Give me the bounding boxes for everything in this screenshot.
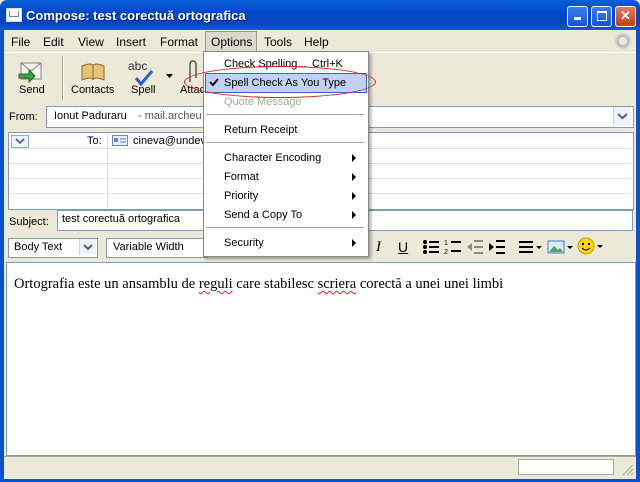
spell-dropdown-arrow-icon[interactable]	[166, 74, 173, 79]
annotation-ellipse	[184, 66, 376, 98]
numbered-list-icon[interactable]: 12	[444, 238, 462, 255]
menu-edit[interactable]: Edit	[43, 35, 64, 49]
menu-item-format[interactable]: Format	[224, 171, 259, 183]
spell-label: Spell	[131, 84, 156, 96]
maximize-icon	[596, 11, 607, 21]
menu-view[interactable]: View	[78, 35, 104, 49]
chevron-down-icon	[617, 113, 628, 120]
misspelled-word[interactable]: reguli	[199, 276, 233, 292]
font-value: Variable Width	[113, 241, 184, 253]
emoticon-icon[interactable]	[577, 237, 605, 256]
send-icon	[18, 62, 42, 84]
submenu-arrow-icon	[352, 211, 356, 219]
close-button[interactable]: ✕	[615, 6, 636, 27]
menu-item-security[interactable]: Security	[224, 237, 264, 249]
send-label: Send	[19, 84, 45, 96]
from-email: - mail.archeu	[138, 110, 202, 122]
misspelled-word[interactable]: scriera	[318, 276, 357, 292]
menu-options[interactable]: Options	[211, 35, 252, 49]
chevron-down-icon	[83, 244, 93, 251]
body-text-segment: Ortografia este un ansamblu de	[14, 276, 199, 292]
menu-file[interactable]: File	[11, 35, 30, 49]
to-label: To:	[87, 135, 102, 147]
menu-item-send-copy-to[interactable]: Send a Copy To	[224, 209, 302, 221]
menu-format[interactable]: Format	[160, 35, 198, 49]
menu-separator	[206, 114, 364, 115]
minimize-button[interactable]	[567, 6, 588, 27]
chevron-down-icon	[15, 138, 25, 145]
from-dropdown-button[interactable]	[613, 107, 631, 125]
address-type-dropdown[interactable]	[11, 135, 29, 148]
menu-separator	[206, 227, 364, 228]
from-name: Ionut Paduraru	[54, 110, 127, 122]
subject-text: test corectuă ortografica	[62, 213, 181, 225]
menu-item-priority[interactable]: Priority	[224, 190, 258, 202]
align-icon[interactable]	[518, 239, 544, 255]
body-text-segment: care stabilesc	[232, 276, 318, 292]
body-text-segment: corectă a unei unei limbi	[356, 276, 504, 292]
menu-separator	[206, 142, 364, 143]
svg-text:2: 2	[444, 249, 448, 255]
menu-item-character-encoding[interactable]: Character Encoding	[224, 152, 321, 164]
svg-text:1: 1	[444, 240, 448, 247]
minimize-icon	[574, 17, 581, 20]
insert-image-icon[interactable]	[547, 239, 575, 255]
resize-grip-icon[interactable]	[620, 462, 634, 476]
underline-button[interactable]: U	[398, 239, 408, 255]
close-icon: ✕	[620, 8, 631, 23]
contacts-label: Contacts	[71, 84, 115, 96]
message-body-text: Ortografia este un ansamblu de reguli ca…	[14, 276, 503, 293]
address-card-icon	[112, 135, 128, 146]
activity-throbber-icon	[614, 32, 632, 50]
increase-indent-icon[interactable]	[488, 239, 506, 255]
submenu-arrow-icon	[352, 192, 356, 200]
to-address-input[interactable]: cineva@undev	[133, 135, 206, 147]
window-title: Compose: test corectuă ortografica	[26, 8, 246, 23]
bulleted-list-icon[interactable]	[422, 239, 440, 255]
status-progress-panel	[518, 459, 614, 475]
submenu-arrow-icon	[352, 154, 356, 162]
paragraph-style-dropdown[interactable]	[79, 239, 96, 255]
menu-item-return-receipt[interactable]: Return Receipt	[224, 124, 297, 136]
menu-tools[interactable]: Tools	[264, 35, 292, 49]
menu-insert[interactable]: Insert	[116, 35, 146, 49]
menu-help[interactable]: Help	[304, 35, 329, 49]
subject-label: Subject:	[9, 216, 49, 228]
submenu-arrow-icon	[352, 173, 356, 181]
maximize-button[interactable]	[591, 6, 612, 27]
decrease-indent-icon[interactable]	[466, 239, 484, 255]
toolbar-separator	[62, 56, 63, 100]
paragraph-style-value: Body Text	[14, 241, 63, 253]
submenu-arrow-icon	[352, 239, 356, 247]
from-label: From:	[9, 111, 38, 123]
compose-window-icon	[6, 8, 22, 22]
window-frame-right	[636, 30, 640, 482]
italic-button[interactable]: I	[376, 239, 381, 256]
contacts-book-icon	[81, 63, 105, 81]
address-column-divider	[107, 133, 108, 208]
